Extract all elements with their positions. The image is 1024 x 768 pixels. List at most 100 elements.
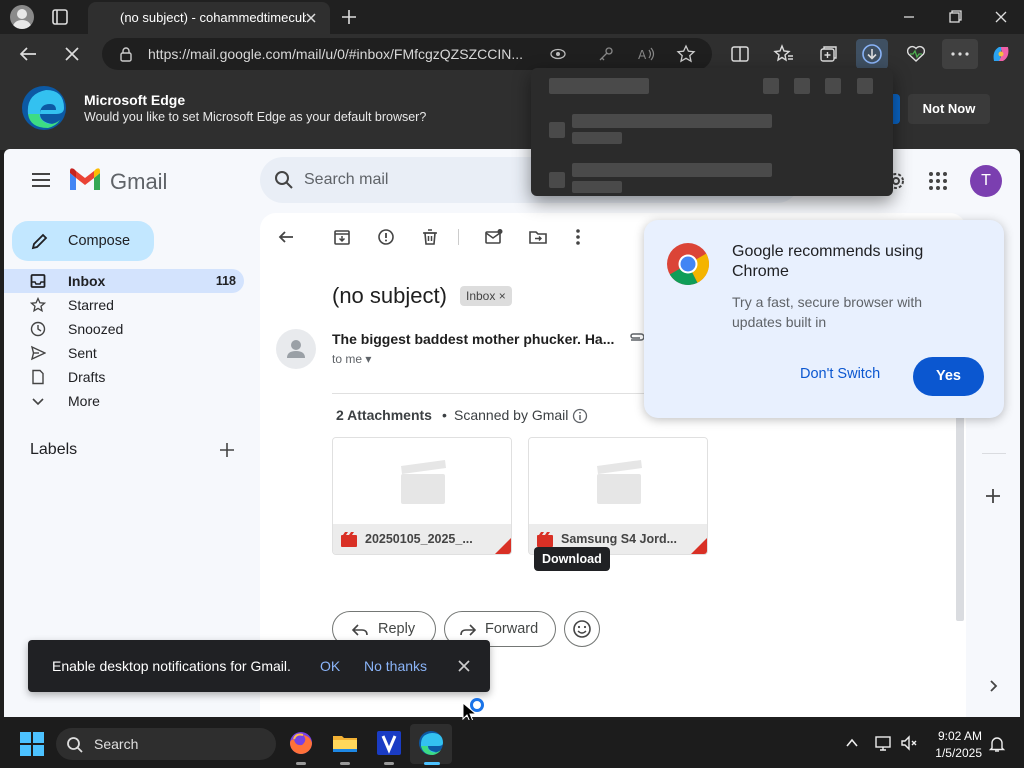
file-corner <box>493 536 511 554</box>
skeleton-icon <box>549 122 565 138</box>
profile-avatar[interactable] <box>10 5 34 29</box>
favorite-star-icon[interactable] <box>676 44 696 64</box>
clock-time[interactable]: 9:02 AM <box>930 729 982 743</box>
running-indicator <box>384 762 394 765</box>
v-app-icon[interactable] <box>374 728 404 758</box>
attachment-name: Samsung S4 Jord... <box>561 532 678 546</box>
lock-icon[interactable] <box>118 46 134 62</box>
chevron-right-icon[interactable] <box>986 679 1000 693</box>
more-options-icon[interactable] <box>568 227 588 247</box>
notification-bell-icon[interactable] <box>988 735 1006 753</box>
skeleton-icon <box>794 78 810 94</box>
delete-trash-icon[interactable] <box>420 227 440 247</box>
not-now-button[interactable]: Not Now <box>908 94 990 124</box>
display-network-icon[interactable] <box>874 734 892 752</box>
account-avatar[interactable]: T <box>970 165 1002 197</box>
sidebar-item-starred[interactable]: Starred <box>4 293 244 317</box>
search-icon[interactable] <box>274 170 294 190</box>
sidebar-item-drafts[interactable]: Drafts <box>4 365 244 389</box>
tracking-eye-icon[interactable] <box>548 44 568 64</box>
sender-name[interactable]: The biggest baddest mother phucker. Ha..… <box>332 331 622 347</box>
info-icon[interactable] <box>572 408 588 424</box>
performance-heart-icon[interactable] <box>903 41 929 67</box>
windows-start-icon[interactable] <box>20 732 44 756</box>
collections-icon[interactable] <box>815 41 841 67</box>
star-icon <box>30 297 46 313</box>
forward-label: Forward <box>485 621 539 637</box>
clock-date[interactable]: 1/5/2025 <box>930 746 982 760</box>
more-menu-icon[interactable] <box>942 39 978 69</box>
sender-avatar[interactable] <box>276 329 316 369</box>
running-indicator <box>296 762 306 765</box>
key-icon[interactable] <box>596 44 616 64</box>
split-screen-icon[interactable] <box>727 41 753 67</box>
skeleton-bar <box>572 163 772 177</box>
scanned-by-gmail: Scanned by Gmail <box>454 407 569 423</box>
file-explorer-icon[interactable] <box>330 728 360 758</box>
favorites-icon[interactable] <box>771 41 797 67</box>
sidebar-item-inbox[interactable]: Inbox 118 <box>4 269 244 293</box>
skeleton-bar <box>549 78 649 94</box>
draft-file-icon <box>30 369 46 385</box>
skeleton-icon <box>825 78 841 94</box>
copilot-icon[interactable] <box>988 41 1014 67</box>
video-file-icon <box>341 532 357 548</box>
taskbar-app-edge[interactable] <box>410 724 452 764</box>
scrollbar[interactable] <box>956 405 964 621</box>
restore-button[interactable] <box>932 4 978 30</box>
taskbar-search-field[interactable]: Search <box>56 728 276 760</box>
volume-muted-icon[interactable] <box>900 734 918 752</box>
recipient-details[interactable]: to me ▾ <box>332 352 371 366</box>
file-corner <box>689 536 707 554</box>
sidebar-item-label: Sent <box>68 345 97 361</box>
active-app-indicator <box>424 762 440 765</box>
google-apps-icon[interactable] <box>928 171 948 191</box>
sidebar-item-more[interactable]: More <box>4 389 244 413</box>
compose-button[interactable]: Compose <box>12 221 154 261</box>
dont-switch-button[interactable]: Don't Switch <box>800 366 880 382</box>
chrome-logo-icon <box>666 242 710 286</box>
chevron-up-icon[interactable] <box>844 735 860 751</box>
separator-dot: • <box>442 407 447 423</box>
add-label-icon[interactable] <box>218 441 236 459</box>
archive-icon[interactable] <box>332 227 352 247</box>
new-tab-button[interactable] <box>338 6 360 28</box>
minimize-button[interactable] <box>886 4 932 30</box>
yes-button[interactable]: Yes <box>913 357 984 396</box>
report-spam-icon[interactable] <box>376 227 396 247</box>
tab-actions-icon[interactable] <box>46 6 74 28</box>
downloads-icon[interactable] <box>856 39 888 69</box>
reply-label: Reply <box>378 621 416 637</box>
chrome-promo-card: Google recommends using Chrome Try a fas… <box>644 220 1004 418</box>
close-icon[interactable] <box>456 658 472 674</box>
tab-active[interactable]: (no subject) - cohammedtimecub <box>88 2 330 34</box>
message-subject: (no subject) <box>332 283 447 308</box>
inbox-unread-count: 118 <box>215 274 236 288</box>
tab-close-icon[interactable] <box>302 9 320 27</box>
get-addons-plus-icon[interactable] <box>984 487 1002 505</box>
sidebar-item-label: Starred <box>68 297 114 313</box>
inbox-label-chip[interactable]: Inbox × <box>460 286 512 306</box>
firefox-icon[interactable] <box>286 728 316 758</box>
read-aloud-icon[interactable]: A <box>636 44 656 64</box>
emoji-reaction-icon[interactable] <box>564 611 600 647</box>
attachment-card[interactable]: 20250105_2025_... <box>332 437 512 555</box>
close-window-button[interactable] <box>978 4 1024 30</box>
back-arrow-icon[interactable] <box>16 42 40 66</box>
toast-ok-button[interactable]: OK <box>320 658 340 674</box>
toolbar-divider <box>458 229 459 245</box>
main-menu-icon[interactable] <box>30 171 52 189</box>
url-text[interactable]: https://mail.google.com/mail/u/0/#inbox/… <box>148 46 548 62</box>
sidebar-item-snoozed[interactable]: Snoozed <box>4 317 244 341</box>
sidebar-item-sent[interactable]: Sent <box>4 341 244 365</box>
stop-loading-icon[interactable] <box>60 42 84 66</box>
address-field[interactable]: https://mail.google.com/mail/u/0/#inbox/… <box>102 38 712 70</box>
downloads-flyout <box>531 68 893 196</box>
gmail-wordmark[interactable]: Gmail <box>110 169 167 195</box>
mark-unread-icon[interactable] <box>484 227 504 247</box>
toast-no-thanks-button[interactable]: No thanks <box>364 658 427 674</box>
gmail-logo-icon[interactable] <box>68 167 102 193</box>
attachment-card[interactable]: Samsung S4 Jord... <box>528 437 708 555</box>
back-to-inbox-icon[interactable] <box>276 227 296 247</box>
move-to-icon[interactable] <box>528 227 548 247</box>
